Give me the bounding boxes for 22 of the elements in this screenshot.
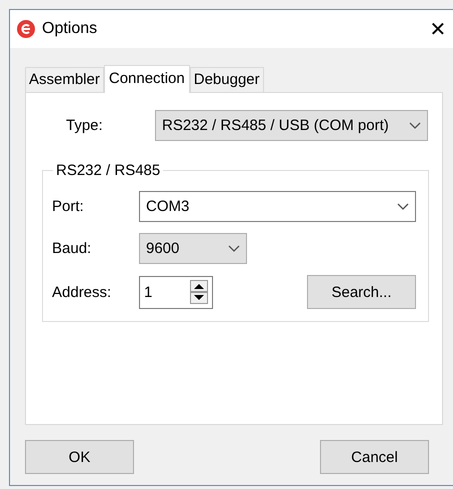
address-label: Address:: [51, 284, 112, 300]
ok-button[interactable]: OK: [25, 440, 134, 474]
chevron-down-icon: [409, 122, 421, 130]
chevron-down-icon: [397, 202, 409, 210]
window-title: Options: [42, 20, 98, 38]
group-title: RS232 / RS485: [55, 162, 162, 179]
tab[interactable]: Debugger: [190, 67, 264, 92]
spin-arrows-icon[interactable]: [190, 280, 208, 304]
search-button[interactable]: Search...: [307, 275, 416, 309]
app-logo-icon: [16, 19, 36, 39]
type-dropdown[interactable]: RS232 / RS485 / USB (COM port): [155, 110, 428, 141]
cancel-button[interactable]: Cancel: [320, 440, 429, 474]
address-spinbox[interactable]: 1: [139, 276, 213, 308]
type-label: Type:: [65, 117, 104, 134]
tab[interactable]: Connection: [104, 65, 190, 93]
baud-dropdown[interactable]: 9600: [139, 233, 247, 264]
tab[interactable]: Assembler: [25, 67, 104, 92]
close-button[interactable]: ✕: [423, 16, 453, 42]
port-label: Port:: [51, 198, 85, 215]
baud-label: Baud:: [51, 240, 92, 257]
chevron-down-icon: [228, 244, 240, 252]
port-dropdown[interactable]: COM3: [139, 191, 416, 222]
